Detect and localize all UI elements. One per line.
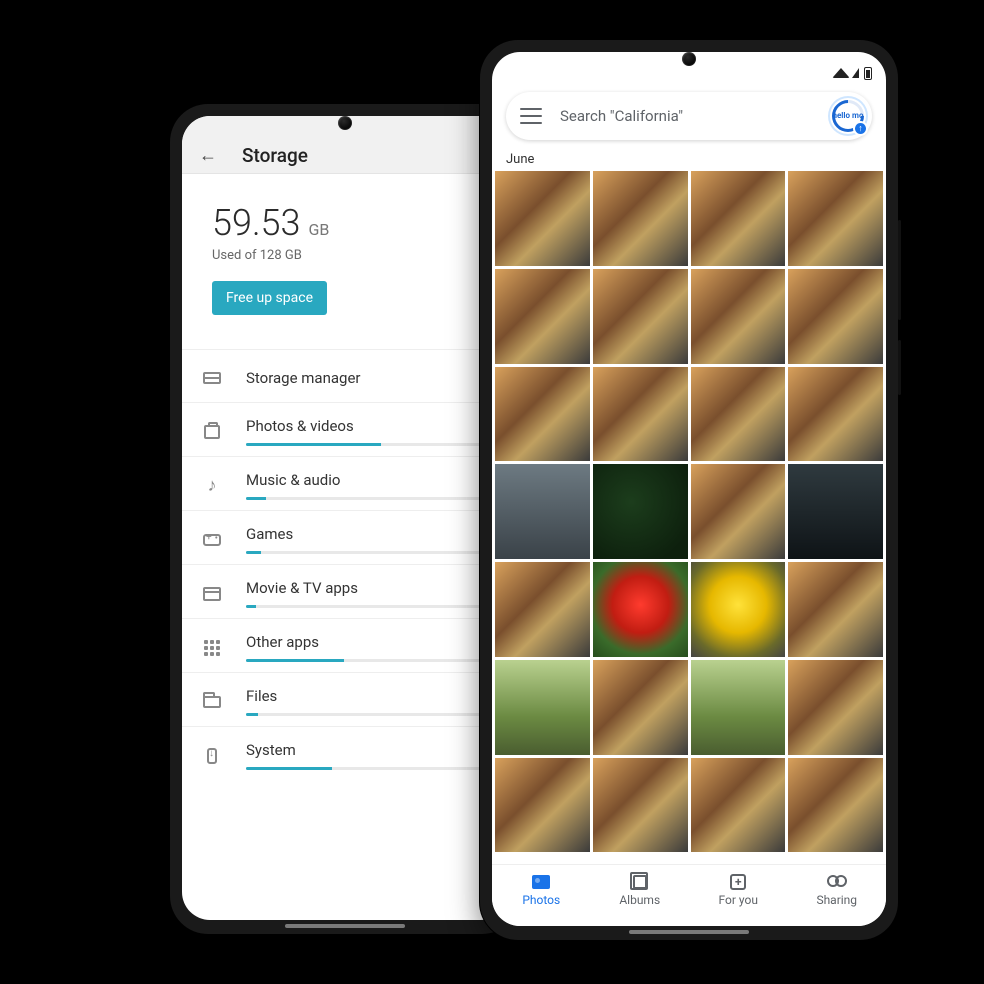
photo-thumb[interactable] [593,562,688,657]
photos-section-label: June [506,152,886,167]
gesture-bar[interactable] [629,930,749,934]
storage-row-label: Photos & videos [246,417,492,435]
phone-storage-frame: ← Storage 59.53 GB Used of 128 GB Free u… [170,104,520,934]
photo-thumb[interactable] [691,660,786,755]
storage-title: Storage [242,144,308,167]
sharing-tab-icon [826,873,848,891]
storage-used-unit: GB [308,220,329,239]
photo-thumb[interactable] [691,562,786,657]
search-placeholder[interactable]: Search "California" [560,107,830,125]
nav-label: For you [719,893,758,907]
photo-thumb[interactable] [593,367,688,462]
storage-row-label: Movie & TV apps [246,579,492,597]
photo-thumb[interactable] [495,171,590,266]
music-icon: ♪ [198,472,226,500]
photo-thumb[interactable] [691,758,786,853]
nav-albums[interactable]: Albums [591,865,690,914]
storage-row-bar [246,605,492,608]
photo-thumb[interactable] [788,758,883,853]
system-icon [198,742,226,770]
storage-row-label: System [246,741,492,759]
storage-category-list: Storage manager Photos & videos ♪ Music & a… [182,349,508,780]
foryou-tab-icon: + [727,873,749,891]
albums-tab-icon [629,873,651,891]
photo-thumb[interactable] [593,171,688,266]
storage-used-caption: Used of 128 GB [212,248,478,263]
storage-row-other[interactable]: Other apps [182,618,508,672]
storage-row-bar [246,497,492,500]
storage-row-system[interactable]: System [182,726,508,780]
gesture-bar[interactable] [285,924,405,928]
photo-thumb[interactable] [495,367,590,462]
photo-thumb[interactable] [691,464,786,559]
nav-photos[interactable]: Photos [492,865,591,914]
photo-thumb[interactable] [788,660,883,755]
storage-used-value: 59.53 [212,202,301,244]
photos-icon [198,418,226,446]
storage-row-label: Other apps [246,633,492,651]
photos-tab-icon [530,873,552,891]
bottom-nav: Photos Albums + For you Sharing [492,864,886,926]
storage-row-music[interactable]: ♪ Music & audio [182,456,508,510]
battery-icon [864,67,872,80]
storage-row-movie[interactable]: Movie & TV apps [182,564,508,618]
movie-icon [198,580,226,608]
upload-badge-icon: ↑ [853,121,868,136]
photos-screen: Search "California" hello mo ↑ June Phot… [492,52,886,926]
photo-thumb[interactable] [691,269,786,364]
wifi-icon [832,68,850,78]
files-icon [198,688,226,716]
storage-screen: ← Storage 59.53 GB Used of 128 GB Free u… [182,116,508,920]
camera-hole-icon [338,116,352,130]
account-avatar[interactable]: hello mo ↑ [830,98,866,134]
storage-row-manager[interactable]: Storage manager [182,349,508,402]
photos-grid [492,171,886,852]
photo-thumb[interactable] [593,660,688,755]
camera-hole-icon [682,52,696,66]
games-icon [198,526,226,554]
storage-row-games[interactable]: Games [182,510,508,564]
storage-row-bar [246,659,492,662]
free-up-space-button[interactable]: Free up space [212,281,327,315]
photo-thumb[interactable] [788,171,883,266]
photo-thumb[interactable] [495,660,590,755]
photo-thumb[interactable] [788,367,883,462]
storage-row-label: Files [246,687,492,705]
storage-row-label: Storage manager [246,369,492,387]
manager-icon [198,364,226,392]
photo-thumb[interactable] [495,562,590,657]
storage-row-label: Music & audio [246,471,492,489]
storage-row-photos[interactable]: Photos & videos [182,402,508,456]
other-icon [198,634,226,662]
nav-foryou[interactable]: + For you [689,865,788,914]
nav-label: Albums [619,893,660,907]
photo-thumb[interactable] [788,464,883,559]
nav-label: Photos [522,893,560,907]
storage-row-bar [246,443,492,446]
photo-thumb[interactable] [691,367,786,462]
photo-thumb[interactable] [495,269,590,364]
nav-label: Sharing [816,893,857,907]
avatar-label: hello mo [833,112,864,120]
back-icon[interactable]: ← [196,145,220,166]
photo-thumb[interactable] [495,758,590,853]
photo-thumb[interactable] [593,758,688,853]
photo-thumb[interactable] [495,464,590,559]
phone-photos-frame: Search "California" hello mo ↑ June Phot… [480,40,898,940]
photo-thumb[interactable] [691,171,786,266]
storage-summary: 59.53 GB Used of 128 GB Free up space [182,174,508,335]
storage-row-bar [246,551,492,554]
storage-row-bar [246,713,492,716]
storage-row-bar [246,767,492,770]
photo-thumb[interactable] [593,269,688,364]
storage-row-label: Games [246,525,492,543]
photo-thumb[interactable] [788,562,883,657]
search-bar[interactable]: Search "California" hello mo ↑ [506,92,872,140]
nav-sharing[interactable]: Sharing [788,865,887,914]
hamburger-icon[interactable] [520,108,542,124]
photo-thumb[interactable] [593,464,688,559]
storage-row-files[interactable]: Files [182,672,508,726]
photo-thumb[interactable] [788,269,883,364]
signal-icon [852,68,859,78]
